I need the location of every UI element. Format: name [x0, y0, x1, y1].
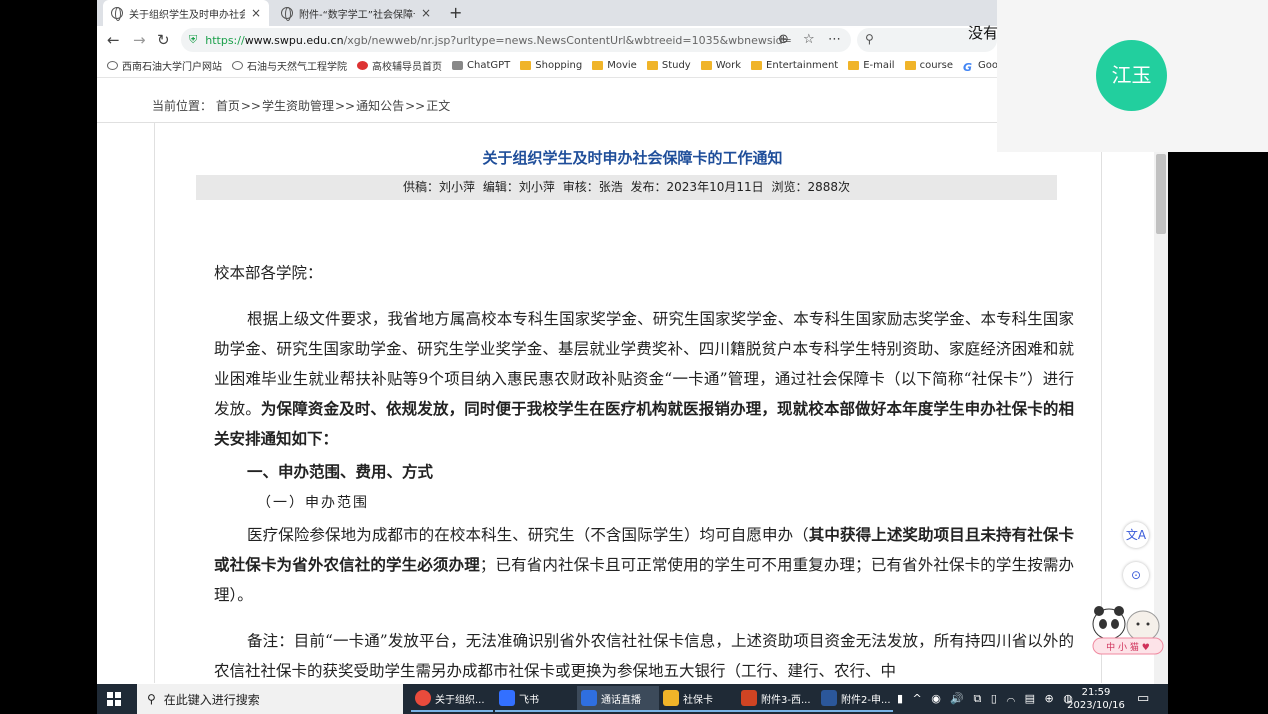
paragraph-note: 备注：目前“一卡通”发放平台，无法准确识别省外农信社社保卡信息，上述资助项目资金…: [214, 632, 1074, 680]
new-tab-button[interactable]: +: [449, 3, 462, 22]
salutation: 校本部各学院：: [214, 264, 323, 282]
task-ppt[interactable]: 附件3-西...: [737, 686, 817, 712]
meta-reviewer: 审核：张浩: [562, 180, 623, 194]
task-word[interactable]: 附件2-申...: [817, 686, 893, 712]
forward-button[interactable]: →: [133, 31, 146, 49]
scrollbar-thumb[interactable]: [1156, 154, 1166, 234]
powerpoint-icon: [741, 690, 757, 706]
bookmark-petroleum-school[interactable]: 石油与天然气工程学院: [232, 58, 347, 73]
bookmark-entertainment[interactable]: Entertainment: [751, 60, 838, 71]
google-icon: G: [963, 61, 973, 74]
tab-title: 关于组织学生及时申办社会保: [129, 9, 245, 21]
mascot-label: 中 小 猫 ♥: [1106, 641, 1150, 653]
system-tray[interactable]: ▮ ^ ◉ 🔊 ⧉ ▯ ⌒ ▤ ⊕ ◍: [897, 692, 1076, 706]
tab-notice[interactable]: 关于组织学生及时申办社会保 ×: [103, 0, 269, 26]
close-icon[interactable]: ×: [251, 6, 261, 20]
translate-button[interactable]: 文A: [1123, 522, 1149, 548]
bookmark-shopping[interactable]: Shopping: [520, 60, 582, 71]
tab-attachment[interactable]: 附件-“数字学工”社会保障卡 ×: [273, 0, 439, 26]
assistant-button[interactable]: ⊙: [1123, 562, 1149, 588]
taskbar: ⚲ 在此键入进行搜索 关于组织... 飞书 通话直播 社保卡 附件3-西... …: [97, 684, 1168, 714]
paragraph-intro: 根据上级文件要求，我省地方属高校本专科生国家奖学金、研究生国家奖学金、本专科生国…: [214, 310, 1074, 448]
task-feishu[interactable]: 飞书: [495, 686, 577, 712]
meta-views: 浏览：2888次: [771, 180, 850, 194]
globe-icon: [111, 7, 123, 21]
folder-icon: [520, 61, 532, 70]
browser-icon: [415, 690, 431, 706]
meta-published: 发布：2023年10月11日: [630, 180, 764, 194]
folder-icon: [751, 61, 763, 70]
folder-icon: [700, 61, 712, 70]
taskbar-search[interactable]: ⚲ 在此键入进行搜索: [137, 684, 403, 714]
globe-icon: [281, 7, 293, 21]
tab-title: 附件-“数字学工”社会保障卡: [299, 9, 415, 21]
bookmark-swpu-portal[interactable]: 西南石油大学门户网站: [107, 58, 222, 73]
avatar[interactable]: 江玉: [1096, 40, 1167, 111]
address-bar[interactable]: ⛨ https:// www.swpu.edu.cn /xgb/newweb/n…: [181, 28, 851, 52]
reload-button[interactable]: ↻: [157, 31, 170, 49]
taskbar-search-placeholder: 在此键入进行搜索: [163, 692, 260, 707]
overlay-label: 没有: [968, 24, 999, 42]
bookmark-study[interactable]: Study: [646, 60, 691, 71]
subsection-heading: （一）申办范围: [257, 495, 369, 511]
folder-icon: [646, 61, 658, 70]
bear-mascot-icon: 中 小 猫 ♥: [1092, 606, 1164, 655]
breadcrumb-home[interactable]: 首页: [216, 99, 240, 113]
bookmark-email[interactable]: E-mail: [848, 60, 895, 71]
more-icon[interactable]: ⋯: [828, 32, 841, 47]
paragraph-scope: 医疗保险参保地为成都市的在校本科生、研究生（不含国际学生）均可自愿申办（其中获得…: [214, 525, 1074, 604]
call-overlay: 江玉: [997, 0, 1268, 152]
clock[interactable]: 21:59 2023/10/16: [1065, 686, 1127, 712]
breadcrumb-label: 当前位置：: [152, 99, 213, 113]
folder-icon: [663, 690, 679, 706]
folder-icon: [904, 61, 916, 70]
breadcrumb: 当前位置： 首页>>学生资助管理>>通知公告>>正文: [152, 99, 451, 113]
task-browser[interactable]: 关于组织...: [411, 686, 493, 712]
breadcrumb-current: 正文: [426, 99, 451, 113]
feishu-icon: [499, 690, 515, 706]
url-host: www.swpu.edu.cn: [244, 33, 344, 47]
folder-icon: [848, 61, 860, 70]
chatgpt-icon: [452, 61, 463, 70]
zoom-icon[interactable]: ⊕: [778, 32, 789, 47]
folder-icon: [592, 61, 604, 70]
task-live-call[interactable]: 通话直播: [577, 686, 659, 712]
red-icon: [357, 61, 368, 70]
url-path: /xgb/newweb/nr.jsp?urltype=news.NewsCont…: [343, 33, 792, 47]
meta-editor: 编辑：刘小萍: [482, 180, 555, 194]
article-meta: 供稿：刘小萍 编辑：刘小萍 审核：张浩 发布：2023年10月11日 浏览：28…: [196, 175, 1057, 200]
windows-start-icon[interactable]: [107, 692, 121, 706]
bookmark-work[interactable]: Work: [700, 60, 741, 71]
bookmark-counselor[interactable]: 高校辅导员首页: [357, 58, 442, 73]
word-icon: [821, 690, 837, 706]
search-icon: ⚲: [865, 32, 874, 46]
notification-icon[interactable]: ▭: [1137, 691, 1149, 706]
breadcrumb-aid[interactable]: 学生资助管理: [262, 99, 334, 113]
call-icon: [581, 690, 597, 706]
close-icon[interactable]: ×: [421, 6, 431, 20]
bookmark-movie[interactable]: Movie: [592, 60, 637, 71]
clock-time: 21:59: [1081, 687, 1111, 698]
breadcrumb-notices[interactable]: 通知公告: [356, 99, 404, 113]
shield-icon: ⛨: [189, 33, 198, 46]
url-scheme: https://: [205, 33, 245, 47]
search-icon: ⚲: [147, 692, 156, 706]
clock-date: 2023/10/16: [1067, 700, 1125, 711]
bookmark-course[interactable]: course: [904, 60, 953, 71]
globe-icon: [107, 61, 118, 70]
section-heading: 一、申办范围、费用、方式: [247, 462, 434, 481]
meta-author: 供稿：刘小萍: [403, 180, 476, 194]
star-icon[interactable]: ☆: [803, 32, 815, 47]
task-folder[interactable]: 社保卡: [659, 686, 737, 712]
back-button[interactable]: ←: [107, 31, 120, 49]
scrollbar[interactable]: [1154, 124, 1168, 684]
globe-icon: [232, 61, 243, 70]
bookmark-chatgpt[interactable]: ChatGPT: [452, 60, 510, 71]
